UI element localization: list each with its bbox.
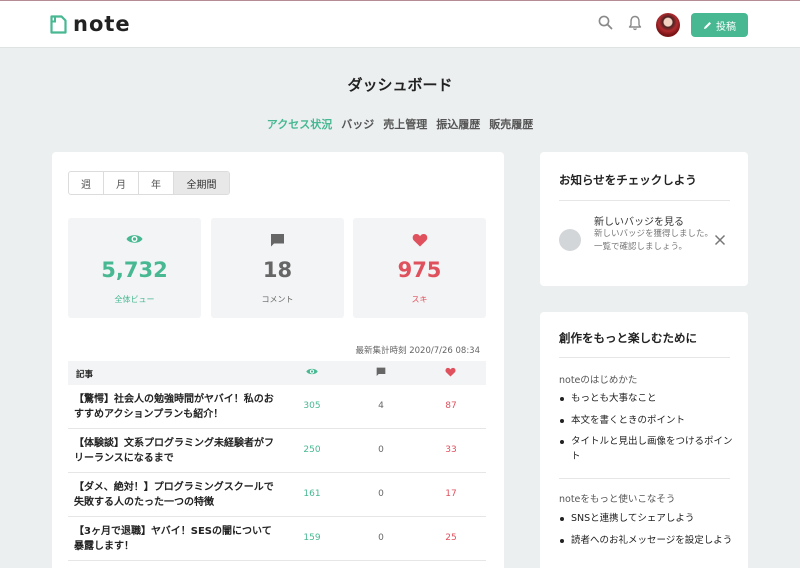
eye-icon — [306, 368, 318, 375]
table-row[interactable]: 【体験談】文系プログラミング未経験者がフリーランスになるまで 250 0 33 — [68, 429, 486, 473]
article-views: 305 — [303, 401, 321, 411]
notice-description: 新しいバッジを獲得しました。一覧で確認しましょう。 — [594, 229, 714, 252]
comments-count: 18 — [262, 258, 293, 282]
article-title[interactable]: 【3ヶ月で退職】ヤバイ！SESの闇について暴露します！ — [74, 524, 279, 554]
tips-card: 創作をもっと楽しむために noteのはじめかた もっとも大事なこと 本文を書くと… — [540, 312, 748, 568]
divider — [559, 357, 730, 358]
article-comments: 0 — [378, 533, 384, 543]
access-stats-card: 週 月 年 全期間 5,732 全体ビュー 18 コメント 975 スキ 最新集… — [52, 152, 504, 568]
comment-icon — [271, 234, 284, 247]
article-comments: 0 — [378, 445, 384, 455]
notice-title[interactable]: 新しいバッジを見る — [594, 213, 684, 228]
stat-likes: 975 スキ — [353, 218, 486, 318]
heart-icon — [445, 367, 456, 377]
header-article: 記事 — [76, 370, 94, 380]
table-header: 記事 — [68, 361, 486, 385]
tips-link[interactable]: SNSと連携してシェアしよう — [559, 512, 734, 527]
eye-icon — [126, 235, 143, 243]
divider — [559, 478, 730, 479]
bell-icon[interactable] — [628, 15, 642, 31]
article-likes: 87 — [445, 401, 457, 411]
article-likes: 25 — [445, 533, 457, 543]
article-views: 159 — [303, 533, 321, 543]
tips-heading: 創作をもっと楽しむために — [559, 331, 697, 345]
article-title[interactable]: 【ダメ、絶対！】プログラミングスクールで失敗する人のたった一つの特徴 — [74, 480, 279, 510]
divider — [559, 200, 730, 201]
tips-link[interactable]: タイトルと見出し画像をつけるポイント — [559, 435, 734, 464]
close-icon[interactable] — [714, 234, 726, 246]
tab-badges[interactable]: バッジ — [341, 116, 374, 132]
likes-count: 975 — [397, 258, 442, 282]
tips-link[interactable]: もっとも大事なこと — [559, 392, 734, 407]
stat-views: 5,732 全体ビュー — [68, 218, 201, 318]
tips-link[interactable]: 本文を書くときのポイント — [559, 414, 734, 429]
article-likes: 33 — [445, 445, 457, 455]
article-title[interactable]: 【驚愕】社会人の勉強時間がヤバイ！私のおすすめアクションプランも紹介！ — [74, 392, 279, 422]
views-label: 全体ビュー — [114, 295, 155, 304]
comments-label: コメント — [261, 295, 294, 304]
likes-label: スキ — [411, 295, 428, 304]
post-button-label: 投稿 — [716, 21, 736, 33]
pencil-icon — [704, 21, 711, 29]
article-likes: 17 — [445, 489, 457, 499]
article-views: 250 — [303, 445, 321, 455]
tab-sales[interactable]: 売上管理 — [383, 116, 427, 132]
tab-transfers[interactable]: 振込履歴 — [436, 116, 480, 132]
period-week[interactable]: 週 — [69, 172, 104, 194]
views-count: 5,732 — [101, 258, 168, 282]
tips-list: SNSと連携してシェアしよう 読者へのお礼メッセージを設定しよう — [559, 512, 734, 555]
table-row[interactable]: 【驚愕】社会人の勉強時間がヤバイ！私のおすすめアクションプランも紹介！ 305 … — [68, 385, 486, 429]
section-title: noteをもっと使いこなそう — [559, 494, 676, 505]
note-logo-icon — [50, 14, 67, 34]
notice-heading: お知らせをチェックしよう — [559, 173, 697, 187]
notice-card: お知らせをチェックしよう 新しいバッジを見る 新しいバッジを獲得しました。一覧で… — [540, 152, 748, 286]
period-month[interactable]: 月 — [104, 172, 139, 194]
tips-list: もっとも大事なこと 本文を書くときのポイント タイトルと見出し画像をつけるポイン… — [559, 392, 734, 471]
comment-icon — [376, 367, 386, 376]
user-avatar[interactable] — [656, 13, 680, 37]
last-updated-time: 最新集計時刻 2020/7/26 08:34 — [355, 346, 480, 356]
heart-icon — [412, 233, 427, 247]
article-comments: 4 — [378, 401, 384, 411]
badge-icon — [559, 229, 581, 251]
article-title[interactable]: 【体験談】文系プログラミング未経験者がフリーランスになるまで — [74, 436, 279, 466]
period-year[interactable]: 年 — [139, 172, 174, 194]
tab-sales-history[interactable]: 販売履歴 — [489, 116, 533, 132]
logo-text: note — [73, 12, 131, 36]
page-title: ダッシュボード — [347, 76, 453, 94]
table-row[interactable]: 【ダメ、絶対！】プログラミングスクールで失敗する人のたった一つの特徴 161 0… — [68, 473, 486, 517]
table-row[interactable]: 【3ヶ月で退職】ヤバイ！SESの闇について暴露します！ 159 0 25 — [68, 517, 486, 561]
note-logo[interactable]: note — [50, 12, 131, 36]
dashboard-tabs: アクセス状況 バッジ 売上管理 振込履歴 販売履歴 — [0, 116, 800, 132]
search-icon[interactable] — [598, 15, 613, 30]
period-all[interactable]: 全期間 — [174, 172, 229, 194]
period-selector: 週 月 年 全期間 — [68, 171, 230, 195]
post-button[interactable]: 投稿 — [691, 13, 748, 37]
article-views: 161 — [303, 489, 321, 499]
tips-link[interactable]: 読者へのお礼メッセージを設定しよう — [559, 534, 734, 549]
tab-access[interactable]: アクセス状況 — [267, 116, 332, 132]
stat-comments: 18 コメント — [211, 218, 344, 318]
header: note 投稿 — [0, 1, 800, 48]
section-title: noteのはじめかた — [559, 375, 638, 386]
article-comments: 0 — [378, 489, 384, 499]
